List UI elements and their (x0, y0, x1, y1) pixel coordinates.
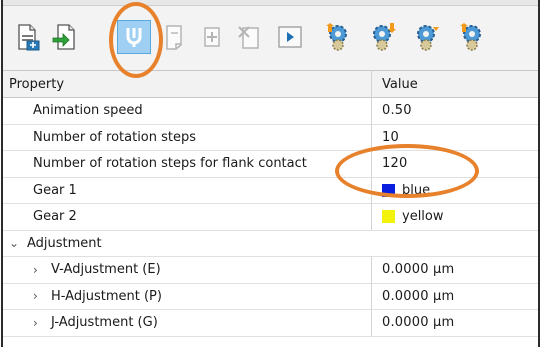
property-value[interactable]: 0.0000 µm (382, 262, 454, 277)
property-label: Number of rotation steps (33, 129, 197, 145)
remove-icon (237, 23, 263, 51)
property-value[interactable]: 0.0000 µm (382, 289, 454, 304)
document-button[interactable] (158, 19, 192, 55)
chevron-right-icon[interactable]: › (33, 289, 51, 303)
document-icon (162, 23, 188, 51)
row-j-adjustment[interactable]: › J-Adjustment (G) 0.0000 µm (3, 310, 538, 337)
clear-button[interactable] (117, 20, 151, 54)
gear-down-button[interactable] (365, 19, 399, 55)
play-button[interactable] (273, 19, 307, 55)
header-value-cell: Value (372, 71, 538, 97)
property-value[interactable]: 120 (382, 156, 407, 171)
toolbar (3, 6, 538, 71)
property-value[interactable]: 0.0000 µm (382, 315, 454, 330)
property-label: Number of rotation steps for flank conta… (33, 156, 307, 172)
property-value[interactable]: blue (402, 183, 430, 198)
property-label: Gear 2 (33, 209, 77, 225)
chevron-down-icon[interactable]: ⌄ (9, 236, 27, 250)
row-animation-speed[interactable]: Animation speed 0.50 (3, 98, 538, 125)
property-label: Animation speed (33, 103, 143, 119)
gear-extra-icon (457, 22, 487, 52)
property-value[interactable]: yellow (402, 209, 444, 224)
row-rotation-steps[interactable]: Number of rotation steps 10 (3, 124, 538, 151)
property-value[interactable]: 10 (382, 130, 399, 145)
row-gear-1[interactable]: Gear 1 blue (3, 177, 538, 204)
property-label: Gear 1 (33, 182, 77, 198)
header-property-cell: Property (3, 71, 372, 97)
gear-up-button[interactable] (321, 19, 355, 55)
grid-header: Property Value (3, 71, 538, 98)
add-button[interactable] (196, 19, 230, 55)
header-value: Value (382, 76, 418, 92)
gear-up-icon (323, 22, 353, 52)
row-adjustment-group[interactable]: ⌄ Adjustment (3, 231, 538, 257)
export-button[interactable] (48, 19, 82, 55)
row-flank-contact-steps[interactable]: Number of rotation steps for flank conta… (3, 151, 538, 178)
header-property: Property (9, 76, 65, 92)
row-v-adjustment[interactable]: › V-Adjustment (E) 0.0000 µm (3, 257, 538, 284)
gear-down-icon (367, 22, 397, 52)
color-swatch (382, 183, 395, 197)
chevron-right-icon[interactable]: › (33, 263, 51, 277)
play-icon (277, 24, 303, 50)
property-grid: Property Value Animation speed 0.50 Numb… (3, 71, 538, 337)
property-label: H-Adjustment (P) (51, 288, 162, 304)
import-icon (15, 23, 41, 51)
gear-orange-icon (411, 22, 441, 52)
property-label: V-Adjustment (E) (51, 262, 161, 278)
row-gear-2[interactable]: Gear 2 yellow (3, 204, 538, 231)
clear-icon (124, 26, 144, 48)
group-label: Adjustment (27, 235, 102, 251)
add-icon (200, 23, 226, 51)
property-label: J-Adjustment (G) (51, 315, 158, 331)
import-button[interactable] (11, 19, 45, 55)
color-swatch (382, 210, 395, 224)
chevron-right-icon[interactable]: › (33, 316, 51, 330)
properties-window: Property Value Animation speed 0.50 Numb… (1, 0, 540, 347)
gear-orange-button[interactable] (409, 19, 443, 55)
export-icon (52, 23, 78, 51)
gear-extra-button[interactable] (455, 19, 489, 55)
property-value[interactable]: 0.50 (382, 103, 412, 118)
row-h-adjustment[interactable]: › H-Adjustment (P) 0.0000 µm (3, 283, 538, 310)
remove-button[interactable] (233, 19, 267, 55)
